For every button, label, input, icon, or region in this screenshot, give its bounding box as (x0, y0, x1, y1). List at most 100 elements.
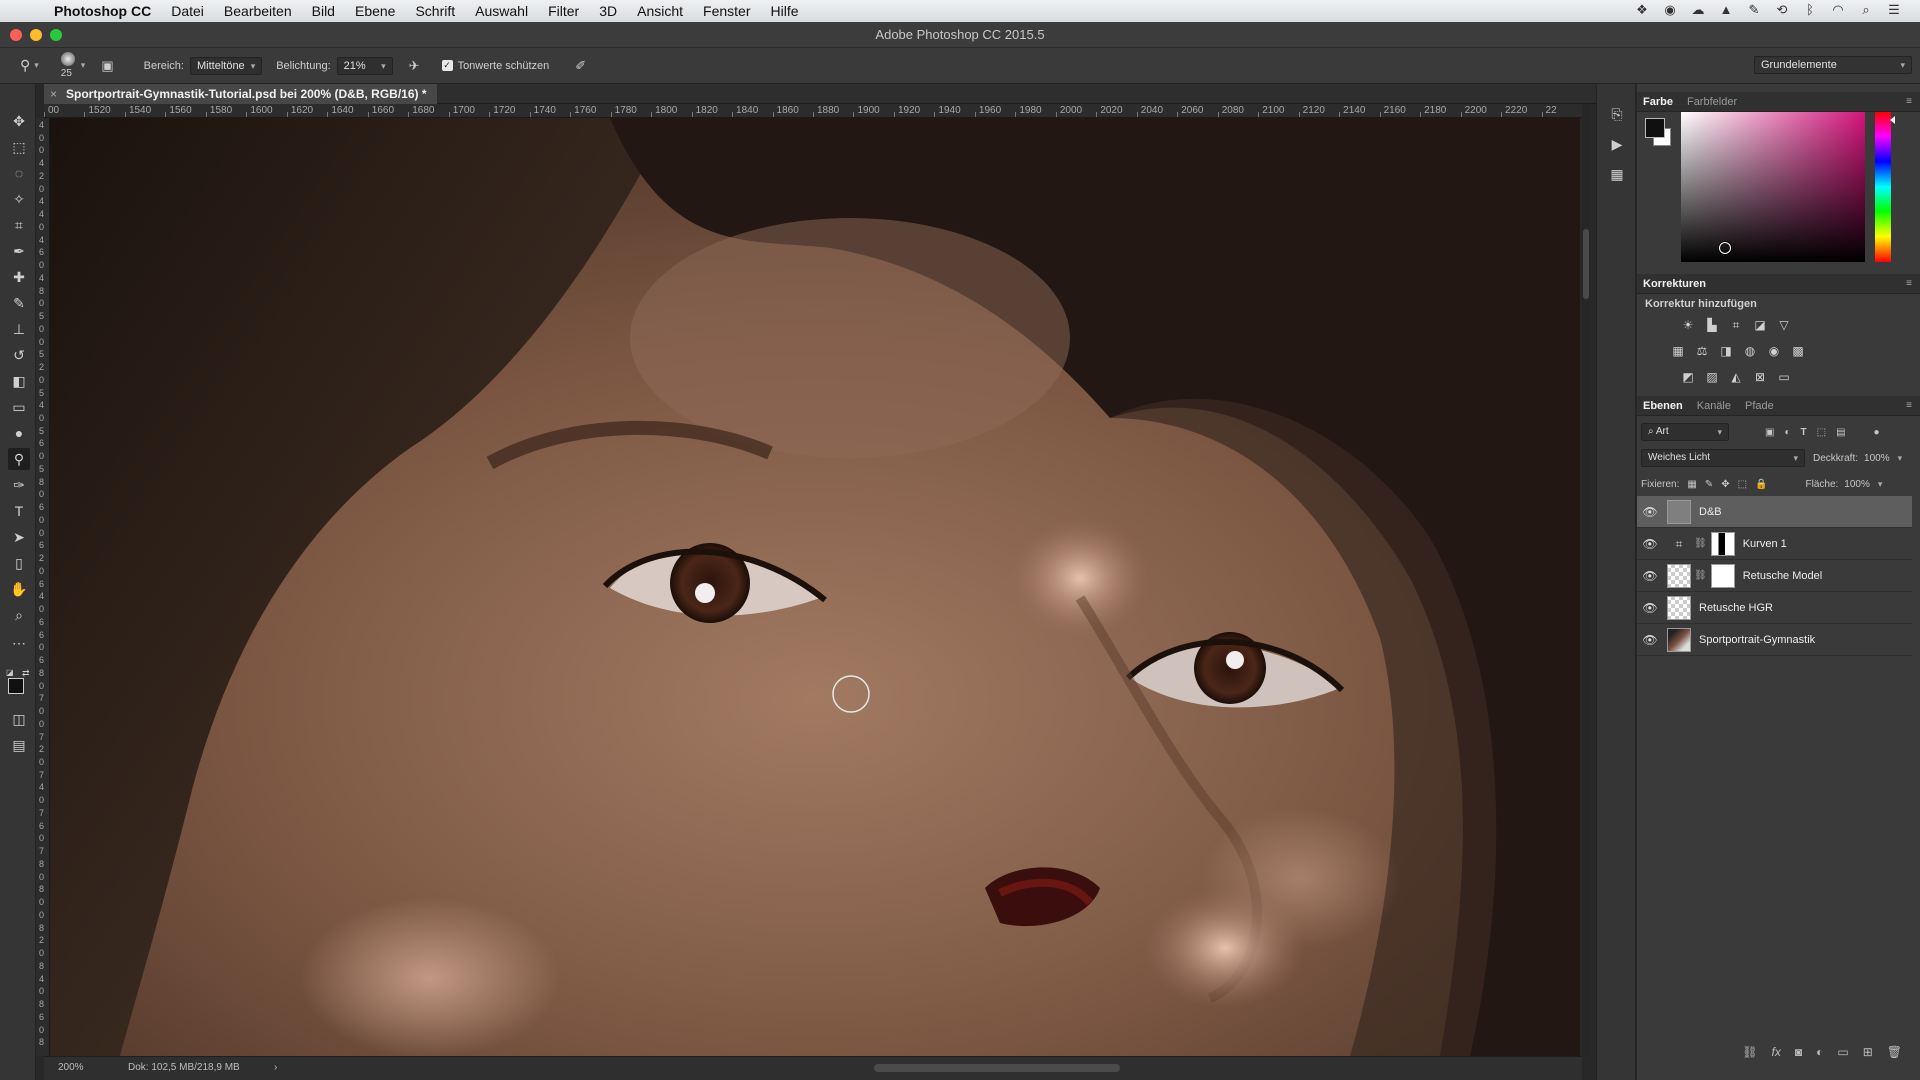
threshold-icon[interactable]: ◭ (1729, 370, 1743, 384)
foreground-background-swatches[interactable]: ◪ ⇄ (6, 668, 34, 699)
zoom-level[interactable]: 200% (58, 1057, 84, 1079)
foreground-color-swatch[interactable] (1645, 118, 1665, 138)
link-layers-icon[interactable]: ⛓ (1742, 1045, 1757, 1059)
brush-chevron-icon[interactable]: ▾ (81, 60, 86, 71)
menu-datei[interactable]: Datei (171, 3, 204, 19)
notification-icon[interactable]: ☰ (1886, 2, 1902, 18)
tab-farbe[interactable]: Farbe (1643, 96, 1673, 108)
type-tool-icon[interactable]: T (8, 500, 30, 522)
spotlight-icon[interactable]: ⌕ (1858, 2, 1874, 18)
default-colors-icon[interactable]: ◪ (6, 668, 15, 677)
pen-icon[interactable]: ✎ (1746, 2, 1762, 18)
tab-pfade[interactable]: Pfade (1745, 400, 1774, 412)
menu-ansicht[interactable]: Ansicht (637, 3, 683, 19)
bereich-select[interactable]: Mitteltöne ▾ (189, 56, 263, 75)
workspace-select[interactable]: Grundelemente ▾ (1754, 56, 1912, 74)
document-canvas[interactable] (50, 118, 1580, 1056)
photo-filter-icon[interactable]: ◍ (1743, 344, 1757, 358)
vertical-scrollbar[interactable] (1582, 104, 1590, 1056)
filter-toggle-icon[interactable]: ● (1874, 427, 1880, 438)
color-picker-cursor[interactable] (1719, 242, 1731, 254)
lock-artboard-icon[interactable]: ⬚ (1738, 479, 1747, 490)
exposure-icon[interactable]: ◪ (1753, 318, 1767, 332)
zoom-tool-icon[interactable]: ⌕ (8, 604, 30, 626)
bluetooth-icon[interactable]: ᛒ (1802, 2, 1818, 18)
path-selection-tool-icon[interactable]: ➤ (8, 526, 30, 548)
screen-mode-icon[interactable]: ▤ (8, 734, 30, 756)
chevron-down-icon[interactable]: ▾ (34, 60, 39, 71)
chevron-down-icon[interactable]: ▾ (1878, 479, 1883, 490)
dropbox-icon[interactable]: ❖ (1634, 2, 1650, 18)
new-adjustment-icon[interactable]: ◐ (1816, 1045, 1823, 1059)
brush-preview[interactable]: 25 (57, 51, 81, 80)
close-window-button[interactable] (10, 29, 22, 41)
belichtung-input[interactable]: 21% ▾ (336, 56, 393, 75)
posterize-icon[interactable]: ▨ (1705, 370, 1719, 384)
hue-saturation-icon[interactable]: ▦ (1671, 344, 1685, 358)
gradient-tool-icon[interactable]: ▭ (8, 396, 30, 418)
brightness-icon[interactable]: ☀ (1681, 318, 1695, 332)
add-mask-icon[interactable]: ◙ (1795, 1045, 1802, 1059)
time-machine-icon[interactable]: ⟲ (1774, 2, 1790, 18)
link-chain-icon[interactable]: ⛓ (1694, 538, 1707, 549)
pressure-icon[interactable]: ✐ (575, 58, 586, 74)
color-picker-field[interactable] (1681, 112, 1865, 262)
rectangle-tool-icon[interactable]: ▯ (8, 552, 30, 574)
menu-hilfe[interactable]: Hilfe (771, 3, 799, 19)
panel-menu-icon[interactable]: ≡ (1906, 278, 1912, 289)
chevron-down-icon[interactable]: ▾ (1898, 453, 1903, 464)
channel-mixer-icon[interactable]: ◉ (1767, 344, 1781, 358)
menu-bearbeiten[interactable]: Bearbeiten (224, 3, 292, 19)
foreground-color-swatch[interactable] (8, 678, 24, 694)
minimize-window-button[interactable] (30, 29, 42, 41)
adjustments-title[interactable]: Korrekturen (1643, 278, 1706, 290)
invert-icon[interactable]: ◩ (1681, 370, 1695, 384)
dodge-tool-preset-icon[interactable]: ⚲ (20, 57, 30, 74)
lock-all-icon[interactable]: 🔒 (1755, 479, 1767, 490)
layer-row-sportportrait[interactable]: 👁 Sportportrait-Gymnastik (1637, 624, 1912, 656)
record-icon[interactable]: ◉ (1662, 2, 1678, 18)
menu-bild[interactable]: Bild (312, 3, 335, 19)
visibility-eye-icon[interactable]: 👁 (1637, 633, 1663, 647)
brush-tool-icon[interactable]: ✎ (8, 292, 30, 314)
quick-mask-icon[interactable]: ◫ (8, 708, 30, 730)
opacity-value[interactable]: 100% (1864, 453, 1890, 464)
vibrance-icon[interactable]: ▽ (1777, 318, 1791, 332)
brush-panel-icon[interactable]: ▣ (101, 58, 113, 74)
menu-filter[interactable]: Filter (548, 3, 579, 19)
history-panel-icon[interactable]: ⎘ (1607, 104, 1627, 124)
creative-cloud-icon[interactable]: ☁ (1690, 2, 1706, 18)
airbrush-icon[interactable]: ✈ (409, 58, 420, 74)
fill-value[interactable]: 100% (1844, 479, 1870, 490)
visibility-eye-icon[interactable]: 👁 (1637, 505, 1663, 519)
tab-farbfelder[interactable]: Farbfelder (1687, 96, 1737, 108)
dodge-tool-icon[interactable]: ⚲ (8, 448, 30, 470)
layer-style-icon[interactable]: fx (1772, 1045, 1781, 1059)
layer-row-retusche-hgr[interactable]: 👁 Retusche HGR (1637, 592, 1912, 624)
move-tool-icon[interactable]: ✥ (8, 110, 30, 132)
quick-selection-tool-icon[interactable]: ✧ (8, 188, 30, 210)
lasso-tool-icon[interactable]: ◌ (8, 162, 30, 184)
pen-tool-icon[interactable]: ✑ (8, 474, 30, 496)
hue-slider-marker[interactable] (1890, 116, 1895, 124)
horizontal-scroll-thumb[interactable] (874, 1064, 1120, 1072)
zoom-window-button[interactable] (50, 29, 62, 41)
filter-pixel-icon[interactable]: ▣ (1765, 427, 1774, 438)
new-layer-icon[interactable]: ⊞ (1863, 1045, 1873, 1059)
crop-tool-icon[interactable]: ⌗ (8, 214, 30, 236)
color-balance-icon[interactable]: ⚖ (1695, 344, 1709, 358)
visibility-eye-icon[interactable]: 👁 (1637, 537, 1663, 551)
delete-layer-icon[interactable]: 🗑 (1887, 1045, 1902, 1059)
more-tools-icon[interactable]: ⋯ (8, 632, 30, 654)
menu-app[interactable]: Photoshop CC (54, 3, 151, 19)
menu-fenster[interactable]: Fenster (703, 3, 750, 19)
menu-ebene[interactable]: Ebene (355, 3, 395, 19)
close-tab-icon[interactable]: × (50, 84, 57, 104)
link-chain-icon[interactable]: ⛓ (1694, 570, 1707, 581)
eyedropper-tool-icon[interactable]: ✒ (8, 240, 30, 262)
tab-kanaele[interactable]: Kanäle (1697, 400, 1731, 412)
blend-mode-select[interactable]: Weiches Licht ▾ (1641, 449, 1805, 467)
layer-filter-select[interactable]: ⌕ Art ▾ (1641, 423, 1729, 441)
clone-stamp-tool-icon[interactable]: ⊥ (8, 318, 30, 340)
properties-panel-icon[interactable]: ▦ (1607, 164, 1627, 184)
